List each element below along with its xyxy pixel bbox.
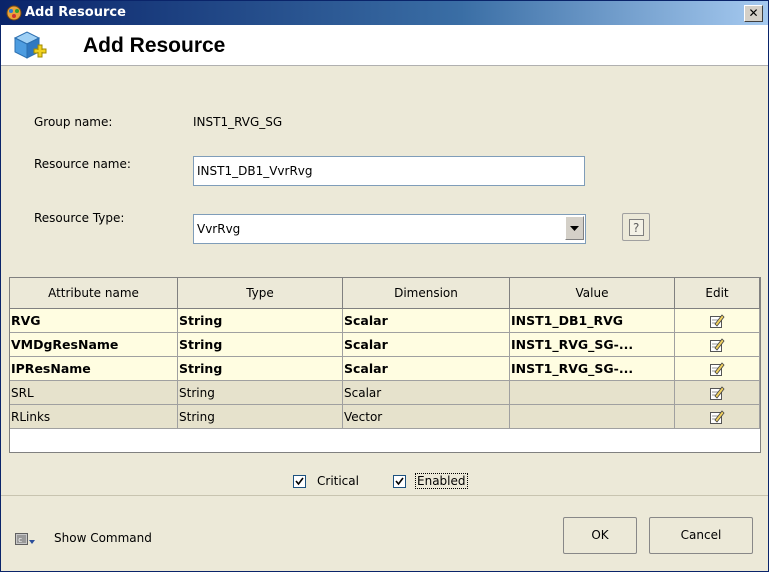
column-header-dimension[interactable]: Dimension	[343, 278, 510, 309]
column-header-type[interactable]: Type	[178, 278, 343, 309]
type-cell: String	[178, 309, 343, 333]
value-cell: INST1_RVG_SG-...	[510, 357, 675, 381]
edit-icon[interactable]	[709, 409, 725, 425]
title-bar[interactable]: Add Resource ✕	[1, 1, 768, 25]
table-row[interactable]: RLinks String Vector	[10, 405, 760, 429]
footer-divider	[1, 495, 768, 496]
help-icon: ?	[629, 219, 644, 236]
dimension-cell: Scalar	[343, 357, 510, 381]
type-cell: String	[178, 357, 343, 381]
table-row[interactable]: VMDgResName String Scalar INST1_RVG_SG-.…	[10, 333, 760, 357]
table-row[interactable]: RVG String Scalar INST1_DB1_RVG	[10, 309, 760, 333]
resource-type-value: VvrRvg	[197, 222, 241, 236]
close-button[interactable]: ✕	[744, 5, 763, 22]
dimension-cell: Scalar	[343, 381, 510, 405]
add-resource-dialog: Add Resource ✕ Add Resource Group name: …	[0, 0, 769, 572]
group-name-label: Group name:	[34, 115, 113, 129]
ok-button[interactable]: OK	[563, 517, 637, 554]
edit-icon[interactable]	[709, 361, 725, 377]
resource-name-label: Resource name:	[34, 157, 131, 171]
checkmark-icon	[395, 477, 404, 486]
critical-label[interactable]: Critical	[317, 474, 359, 488]
attribute-name-cell: VMDgResName	[10, 333, 178, 357]
header-title: Add Resource	[83, 34, 226, 57]
show-command-label[interactable]: Show Command	[54, 531, 152, 545]
svg-text:c: c	[18, 536, 22, 544]
chevron-down-icon[interactable]	[565, 216, 584, 240]
show-command-button[interactable]: c	[15, 531, 37, 547]
terminal-icon: c	[15, 533, 35, 545]
edit-cell[interactable]	[675, 381, 760, 405]
edit-cell[interactable]	[675, 309, 760, 333]
help-button[interactable]: ?	[622, 213, 650, 241]
type-cell: String	[178, 333, 343, 357]
value-cell: INST1_DB1_RVG	[510, 309, 675, 333]
enabled-label[interactable]: Enabled	[415, 473, 468, 489]
svg-text:?: ?	[633, 221, 639, 235]
resource-type-select[interactable]: VvrRvg	[193, 214, 586, 244]
dialog-header: Add Resource	[1, 25, 768, 66]
group-name-value: INST1_RVG_SG	[193, 115, 283, 129]
dimension-cell: Vector	[343, 405, 510, 429]
value-cell	[510, 381, 675, 405]
type-cell: String	[178, 381, 343, 405]
enabled-checkbox[interactable]	[393, 475, 406, 488]
cube-add-icon	[13, 31, 47, 59]
value-cell	[510, 405, 675, 429]
edit-icon[interactable]	[709, 385, 725, 401]
type-cell: String	[178, 405, 343, 429]
resource-name-input[interactable]: INST1_DB1_VvrRvg	[193, 156, 585, 186]
dimension-cell: Scalar	[343, 333, 510, 357]
edit-icon[interactable]	[709, 337, 725, 353]
column-header-attribute-name[interactable]: Attribute name	[10, 278, 178, 309]
column-header-edit[interactable]: Edit	[675, 278, 760, 309]
column-header-value[interactable]: Value	[510, 278, 675, 309]
cancel-button[interactable]: Cancel	[649, 517, 753, 554]
dimension-cell: Scalar	[343, 309, 510, 333]
table-row[interactable]: IPResName String Scalar INST1_RVG_SG-...	[10, 357, 760, 381]
edit-cell[interactable]	[675, 333, 760, 357]
table-header: Attribute name Type Dimension Value Edit	[10, 278, 760, 309]
attribute-name-cell: IPResName	[10, 357, 178, 381]
edit-icon[interactable]	[709, 313, 725, 329]
close-icon: ✕	[748, 6, 759, 20]
checkmark-icon	[295, 477, 304, 486]
attribute-name-cell: RLinks	[10, 405, 178, 429]
edit-cell[interactable]	[675, 405, 760, 429]
window-title: Add Resource	[25, 5, 126, 20]
app-icon	[6, 5, 22, 21]
attribute-name-cell: SRL	[10, 381, 178, 405]
value-cell: INST1_RVG_SG-...	[510, 333, 675, 357]
table-row[interactable]: SRL String Scalar	[10, 381, 760, 405]
critical-checkbox[interactable]	[293, 475, 306, 488]
edit-cell[interactable]	[675, 357, 760, 381]
attribute-name-cell: RVG	[10, 309, 178, 333]
resource-type-label: Resource Type:	[34, 211, 125, 225]
attributes-table: Attribute name Type Dimension Value Edit…	[9, 277, 761, 453]
